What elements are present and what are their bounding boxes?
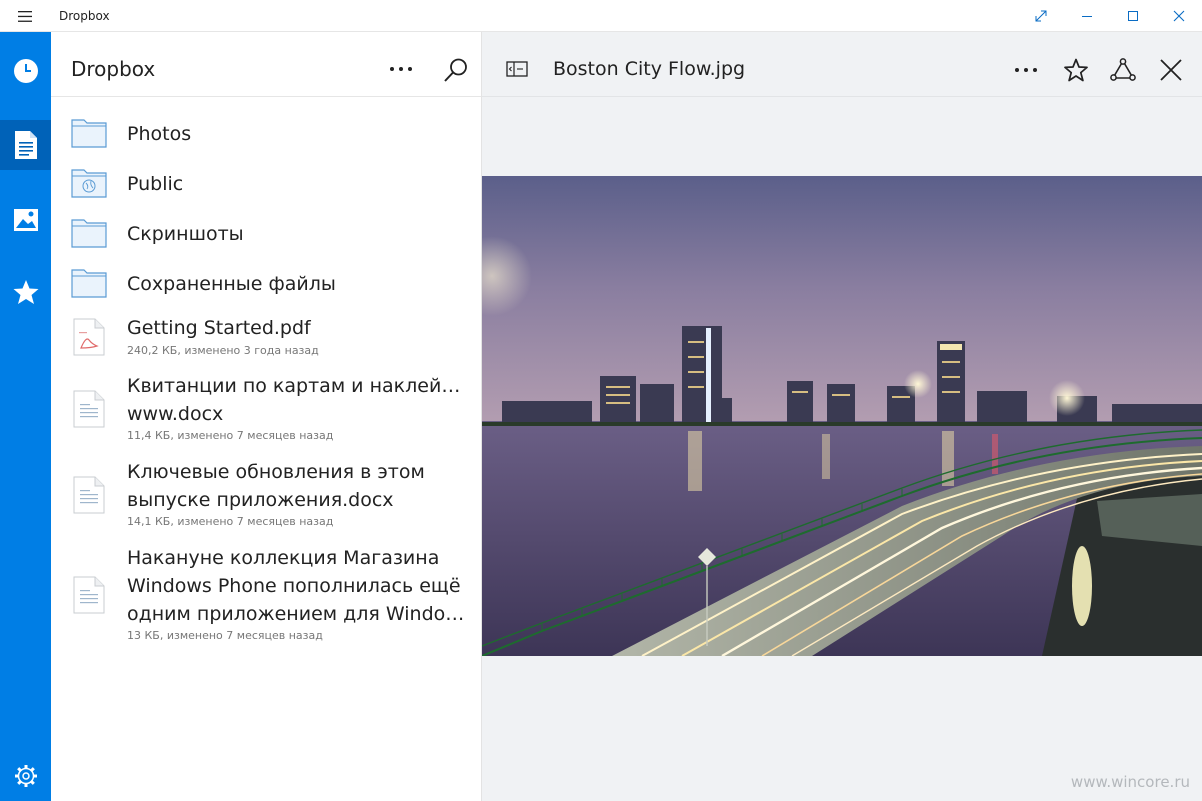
list-item-file[interactable]: Getting Started.pdf 240,2 КБ, изменено 3… bbox=[51, 314, 481, 364]
list-item-folder[interactable]: Сохраненные файлы bbox=[51, 262, 481, 306]
title-bar: Dropbox bbox=[0, 0, 1202, 32]
document-icon bbox=[14, 131, 37, 159]
minimize-icon bbox=[1082, 16, 1092, 17]
file-name: Сохраненные файлы bbox=[127, 273, 336, 295]
file-name: Скриншоты bbox=[127, 223, 244, 245]
hamburger-icon bbox=[18, 10, 32, 22]
file-name-line-1: Накануне коллекция Магазина bbox=[127, 547, 440, 569]
clock-icon bbox=[13, 59, 38, 83]
expand-icon bbox=[1035, 10, 1047, 22]
file-meta: 14,1 КБ, изменено 7 месяцев назад bbox=[127, 515, 334, 528]
file-meta: 13 КБ, изменено 7 месяцев назад bbox=[127, 629, 323, 642]
star-icon bbox=[13, 280, 38, 304]
search-icon bbox=[444, 58, 467, 82]
preview-file-name: Boston City Flow.jpg bbox=[553, 58, 746, 80]
more-icon bbox=[390, 67, 412, 71]
settings-button[interactable] bbox=[0, 751, 51, 801]
more-icon bbox=[1015, 68, 1037, 72]
nav-photos[interactable] bbox=[0, 195, 51, 245]
folder-icon bbox=[71, 219, 107, 248]
gear-icon bbox=[14, 765, 37, 787]
file-name-line-2: выпуске приложения.docx bbox=[127, 489, 394, 511]
folder-icon bbox=[71, 119, 107, 148]
file-name-line-1: Ключевые обновления в этом bbox=[127, 461, 425, 483]
preview-more-button[interactable] bbox=[1006, 50, 1046, 90]
preview-header: Boston City Flow.jpg bbox=[482, 32, 1202, 97]
file-preview-panel: Boston City Flow.jpg bbox=[482, 32, 1202, 801]
share-button[interactable] bbox=[1103, 50, 1143, 90]
toggle-panel-button[interactable] bbox=[500, 52, 534, 86]
file-name: Public bbox=[127, 173, 184, 195]
file-list-panel: Dropbox Photos Public Скриншоты Сохранен… bbox=[51, 32, 482, 801]
folder-title: Dropbox bbox=[71, 57, 156, 81]
close-window-button[interactable] bbox=[1156, 0, 1202, 32]
nav-favorites[interactable] bbox=[0, 267, 51, 317]
list-header: Dropbox bbox=[51, 32, 481, 97]
search-button[interactable] bbox=[436, 50, 476, 90]
document-file-icon bbox=[73, 576, 105, 614]
star-outline-icon bbox=[1064, 58, 1088, 82]
list-item-folder[interactable]: Скриншоты bbox=[51, 212, 481, 256]
window-title: Dropbox bbox=[59, 9, 110, 23]
nav-files[interactable] bbox=[0, 120, 51, 170]
more-options-button[interactable] bbox=[381, 52, 421, 86]
file-meta: 240,2 КБ, изменено 3 года назад bbox=[127, 344, 319, 357]
city-night-photo bbox=[482, 176, 1202, 656]
panel-toggle-icon bbox=[506, 61, 528, 77]
list-item-file[interactable]: Квитанции по картам и наклейкам www.docx… bbox=[51, 372, 481, 446]
navigation-rail bbox=[0, 32, 51, 801]
file-name-line-2: Windows Phone пополнилась ещё bbox=[127, 575, 461, 597]
list-item-file[interactable]: Ключевые обновления в этом выпуске прило… bbox=[51, 458, 481, 532]
nav-recent[interactable] bbox=[0, 46, 51, 96]
maximize-icon bbox=[1128, 11, 1138, 21]
document-file-icon bbox=[73, 476, 105, 514]
image-icon bbox=[13, 209, 38, 231]
pdf-file-icon bbox=[73, 318, 105, 356]
file-name-line-1: Квитанции по картам и наклейкам bbox=[127, 375, 467, 397]
folder-icon bbox=[71, 269, 107, 298]
fullscreen-button[interactable] bbox=[1018, 0, 1064, 32]
close-preview-button[interactable] bbox=[1151, 50, 1191, 90]
favorite-button[interactable] bbox=[1056, 50, 1096, 90]
close-icon bbox=[1160, 59, 1182, 81]
document-file-icon bbox=[73, 390, 105, 428]
preview-image[interactable] bbox=[482, 176, 1202, 656]
list-item-file[interactable]: Накануне коллекция Магазина Windows Phon… bbox=[51, 544, 481, 644]
file-name: Getting Started.pdf bbox=[127, 317, 311, 339]
public-folder-icon bbox=[71, 169, 107, 198]
close-icon bbox=[1173, 10, 1185, 22]
hamburger-menu-button[interactable] bbox=[0, 0, 50, 32]
watermark: www.wincore.ru bbox=[1070, 773, 1190, 791]
share-icon bbox=[1110, 58, 1136, 81]
list-item-folder[interactable]: Public bbox=[51, 162, 481, 206]
file-name-line-2: www.docx bbox=[127, 403, 224, 425]
list-item-folder[interactable]: Photos bbox=[51, 112, 481, 156]
file-name: Photos bbox=[127, 123, 192, 145]
file-name-line-3: одним приложением для Window... bbox=[127, 603, 467, 625]
file-meta: 11,4 КБ, изменено 7 месяцев назад bbox=[127, 429, 334, 442]
maximize-button[interactable] bbox=[1110, 0, 1156, 32]
minimize-button[interactable] bbox=[1064, 0, 1110, 32]
